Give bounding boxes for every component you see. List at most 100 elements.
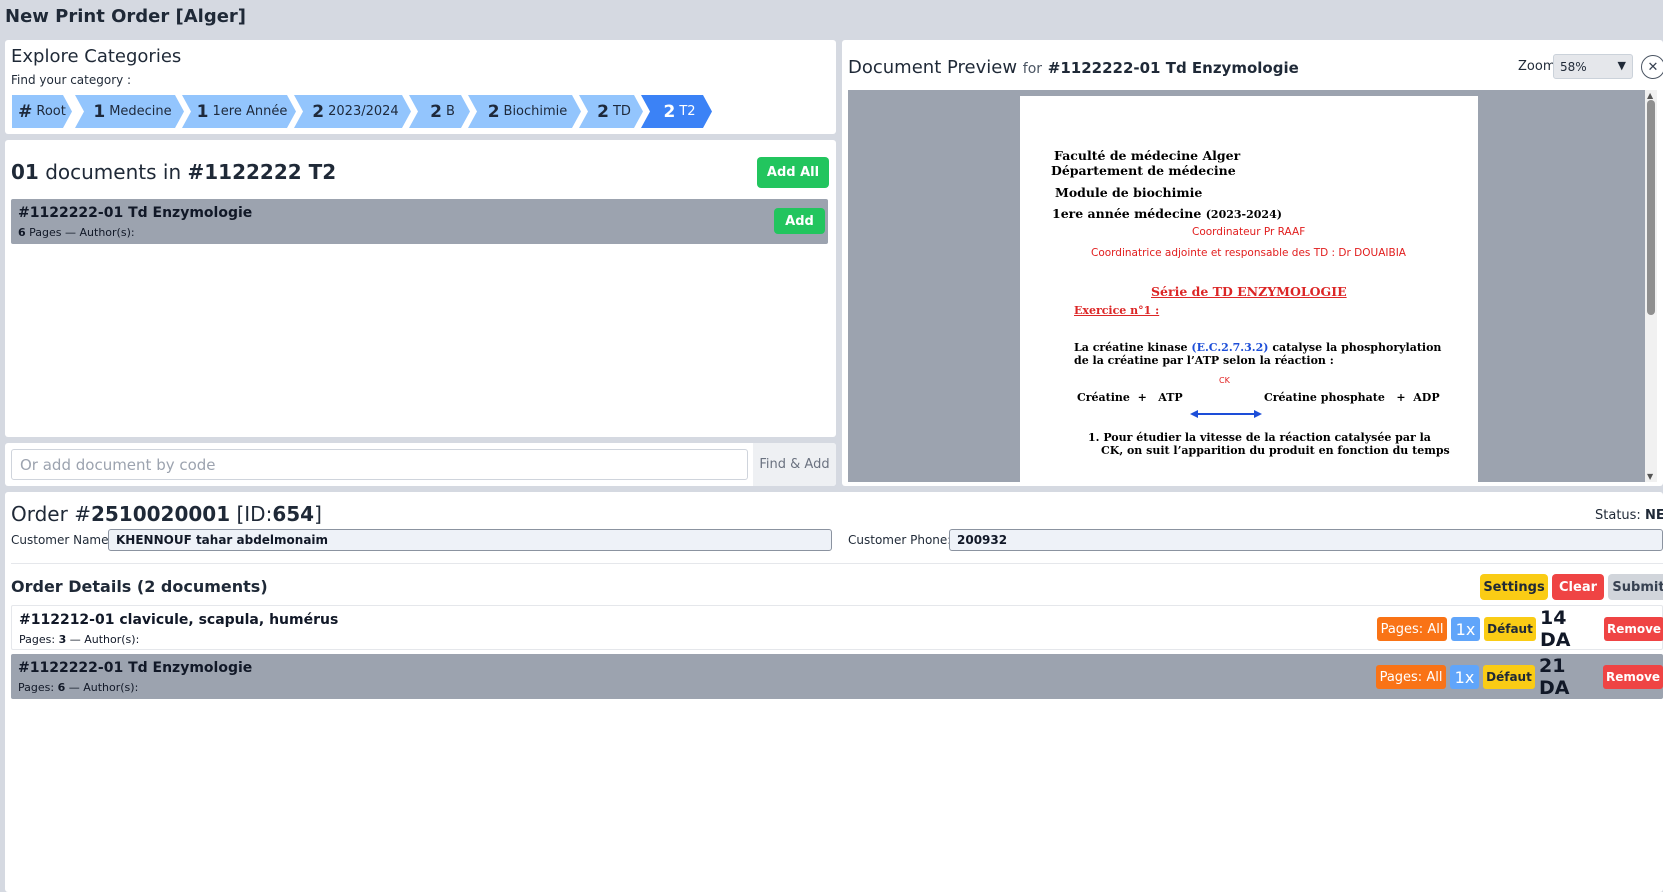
app-title: New Print Order [Alger] (5, 6, 247, 27)
order-item-pages: 6 (57, 681, 66, 694)
find-add-button[interactable]: Find & Add (753, 443, 836, 486)
submit-button[interactable]: Submit (1608, 574, 1663, 600)
scroll-up-icon[interactable]: ▲ (1647, 91, 1653, 100)
zoom-value: 58% (1560, 59, 1587, 74)
print-mode-button[interactable]: Défaut (1484, 617, 1536, 641)
order-id: 654 (272, 502, 315, 526)
page-text: (E.C.2.7.3.2) (1191, 341, 1269, 354)
table-row: #112212-01 clavicule, scapula, humérus P… (11, 605, 1663, 651)
page-text: CK, on suit l’apparition du produit en f… (1101, 444, 1450, 457)
documents-heading: 01 documents in #1122222 T2 (11, 160, 336, 184)
status-value: NEW (1644, 508, 1663, 523)
page-text: Créatine phosphate + ADP (1264, 391, 1440, 404)
crumb-root[interactable]: # Root (12, 95, 72, 128)
order-item-price: 21 DA (1539, 655, 1570, 699)
page-text: 1. Pour étudier la vitesse de la réactio… (1088, 431, 1431, 444)
customer-phone-label: Customer Phone: (848, 533, 952, 547)
document-preview-panel: Document Preview for #1122222-01 Td Enzy… (842, 40, 1663, 486)
crumb-biochimie[interactable]: 2 Biochimie (468, 95, 581, 128)
remove-button[interactable]: Remove (1603, 665, 1663, 689)
settings-button[interactable]: Settings (1480, 574, 1548, 600)
page-text: 1ere année médecine (1052, 206, 1202, 221)
customer-phone-field[interactable]: 200932 (949, 529, 1663, 551)
document-meta: 6 Pages — Author(s): (18, 226, 135, 239)
customer-name-label: Customer Name: (11, 533, 113, 547)
categories-subtitle: Find your category : (11, 73, 132, 87)
remove-button[interactable]: Remove (1604, 617, 1663, 641)
preview-scrollbar[interactable]: ▲ ▼ (1645, 90, 1657, 482)
order-item-price: 14 DA (1540, 607, 1571, 651)
pages-select-button[interactable]: Pages: All (1377, 617, 1447, 641)
crumb-label: T2 (679, 104, 696, 119)
zoom-select[interactable]: 58% ▼ (1553, 54, 1633, 79)
preview-document-name: #1122222-01 Td Enzymologie (1047, 59, 1299, 77)
crumb-medecine[interactable]: 1 Medecine (75, 95, 184, 128)
crumb-td[interactable]: 2 TD (579, 95, 643, 128)
crumb-label: TD (612, 104, 631, 119)
documents-label: documents in (45, 160, 182, 184)
crumb-2023-2024[interactable]: 2 2023/2024 (294, 95, 411, 128)
page-text: Créatine + ATP (1077, 391, 1183, 404)
order-item-pages-label: Pages: (18, 681, 55, 694)
crumb-label: B (445, 104, 455, 119)
page-text: (2023-2024) (1205, 208, 1282, 221)
crumb-level: 2 (312, 101, 325, 122)
crumb-level: 2 (597, 101, 609, 122)
page-text-line: La créatine kinase (E.C.2.7.3.2) catalys… (1074, 341, 1441, 354)
add-all-button[interactable]: Add All (757, 157, 829, 188)
copies-button[interactable]: 1x (1450, 665, 1479, 689)
clear-button[interactable]: Clear (1552, 574, 1604, 600)
order-number: 2510020001 (90, 502, 231, 526)
preview-heading: Document Preview (848, 57, 1018, 78)
crumb-label: 2023/2024 (328, 104, 399, 119)
crumb-level: 1 (93, 101, 106, 122)
page-heading: Série de TD ENZYMOLOGIE (1151, 284, 1347, 299)
preview-title: Document Preview for #1122222-01 Td Enzy… (848, 57, 1299, 78)
customer-name-field[interactable]: KHENNOUF tahar abdelmonaim (108, 529, 832, 551)
list-item[interactable]: #1122222-01 Td Enzymologie 6 Pages — Aut… (11, 199, 828, 244)
preview-viewport[interactable]: Faculté de médecine Alger Département de… (848, 90, 1657, 482)
crumb-label: Biochimie (503, 104, 568, 119)
order-item-meta: Pages: 6 — Author(s): (18, 681, 138, 694)
order-item-title: #1122222-01 Td Enzymologie (18, 660, 253, 676)
page-text: Module de biochimie (1055, 185, 1203, 200)
order-prefix: Order # (11, 502, 91, 526)
scroll-down-icon[interactable]: ▼ (1647, 472, 1653, 481)
code-input[interactable] (11, 449, 748, 480)
documents-count: 01 (11, 160, 39, 184)
order-details-title: Order Details (2 documents) (11, 577, 268, 596)
order-title: Order #2510020001 [ID:654] (11, 502, 322, 526)
add-document-button[interactable]: Add (774, 208, 825, 234)
order-panel: Order #2510020001 [ID:654] Status: NEW C… (5, 492, 1663, 892)
print-mode-button[interactable]: Défaut (1483, 665, 1535, 689)
pages-select-button[interactable]: Pages: All (1376, 665, 1446, 689)
crumb-level: 2 (663, 101, 676, 122)
chevron-down-icon: ▼ (1617, 59, 1626, 72)
preview-for: for (1022, 61, 1043, 77)
page-text: Coordinateur Pr RAAF (1192, 226, 1306, 238)
scrollbar-thumb[interactable] (1647, 100, 1655, 315)
page-text: CK (1219, 376, 1230, 385)
order-id-prefix: [ID: (236, 502, 273, 526)
crumb-b[interactable]: 2B (409, 95, 470, 128)
page-text: catalyse la phosphorylation (1272, 341, 1442, 354)
order-item-authors: — Author(s): (68, 681, 139, 694)
order-item-title: #112212-01 clavicule, scapula, humérus (19, 612, 339, 628)
page-text: La créatine kinase (1074, 341, 1188, 354)
page-text: Coordinatrice adjointe et responsable de… (1091, 247, 1406, 259)
crumb-level: 2 (430, 101, 442, 122)
documents-panel: 01 documents in #1122222 T2 Add All #112… (5, 140, 836, 437)
crumb-level: 2 (487, 101, 500, 122)
crumb-label: Root (36, 104, 66, 119)
page-text: de la créatine par l’ATP selon la réacti… (1074, 354, 1334, 367)
documents-category: #1122222 T2 (187, 160, 337, 184)
close-icon[interactable]: ✕ (1641, 55, 1663, 79)
document-meta-label: Pages — Author(s): (29, 226, 135, 239)
crumb-1ere-annee[interactable]: 1 1ere Année (182, 95, 296, 128)
crumb-level: # (18, 101, 33, 122)
zoom-label: Zoom (1518, 59, 1556, 74)
copies-button[interactable]: 1x (1451, 617, 1480, 641)
page-text-year: 1ere année médecine (2023-2024) (1052, 206, 1282, 221)
crumb-t2[interactable]: 2 T2 (641, 95, 712, 128)
crumb-level: 1 (196, 101, 209, 122)
